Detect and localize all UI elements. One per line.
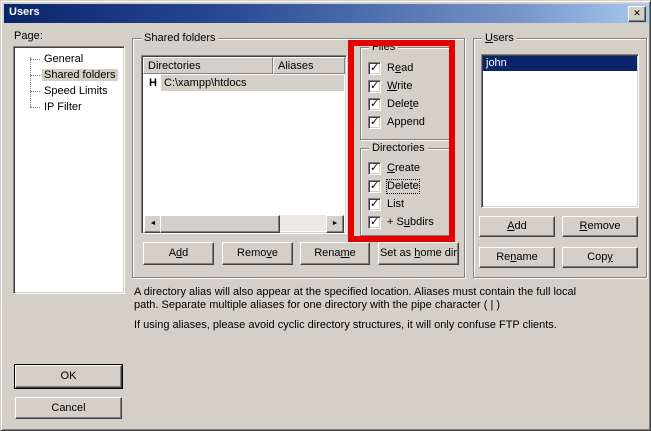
check-icon: ✓ <box>370 197 379 210</box>
files-group: Files ✓ Read ✓ Write ✓ Delete ✓ Append <box>360 47 451 140</box>
create-label: Create <box>387 162 420 175</box>
tree-item-ip-filter[interactable]: IP Filter <box>14 99 124 115</box>
shared-folders-group-label: Shared folders <box>141 32 219 45</box>
users-group-label: Users <box>482 32 517 45</box>
alias-note-2: If using aliases, please avoid cyclic di… <box>134 319 634 332</box>
tree-item-shared-folders[interactable]: Shared folders <box>14 67 124 83</box>
column-header-directories[interactable]: Directories <box>143 57 273 74</box>
list-label: List <box>387 198 404 211</box>
subdirs-label: + Subdirs <box>387 216 434 229</box>
create-checkbox[interactable]: ✓ <box>368 162 381 175</box>
check-icon: ✓ <box>370 115 379 128</box>
delete-checkbox[interactable]: ✓ <box>368 98 381 111</box>
rename-directory-button[interactable]: Rename <box>300 242 370 265</box>
checkbox-files-delete[interactable]: ✓ Delete <box>368 97 419 111</box>
checkbox-dirs-create[interactable]: ✓ Create <box>368 161 420 175</box>
append-label: Append <box>387 116 425 129</box>
tree-item-general[interactable]: General <box>14 51 124 67</box>
window-title: Users <box>9 6 40 18</box>
close-button[interactable]: ✕ <box>628 6 646 22</box>
checkbox-files-read[interactable]: ✓ Read <box>368 61 413 75</box>
tree-item-speed-limits[interactable]: Speed Limits <box>14 83 124 99</box>
user-item-john[interactable]: john <box>483 56 637 71</box>
copy-user-button[interactable]: Copy <box>562 247 638 268</box>
listview-header: Directories Aliases <box>143 57 345 74</box>
column-header-aliases[interactable]: Aliases <box>273 57 345 74</box>
directories-listview[interactable]: Directories Aliases H C:\xampp\htdocs ◄ … <box>141 55 347 234</box>
check-icon: ✓ <box>370 61 379 74</box>
page-listbox[interactable]: General Shared folders Speed Limits IP F… <box>13 46 125 294</box>
check-icon: ✓ <box>370 79 379 92</box>
directories-group-label: Directories <box>369 142 428 155</box>
list-checkbox[interactable]: ✓ <box>368 198 381 211</box>
checkbox-files-write[interactable]: ✓ Write <box>368 79 412 93</box>
ok-button[interactable]: OK <box>15 365 122 388</box>
check-icon: ✓ <box>370 215 379 228</box>
add-user-button[interactable]: Add <box>479 216 555 237</box>
rename-user-button[interactable]: Rename <box>479 247 555 268</box>
users-dialog: Users ✕ Page: General Shared folders Spe… <box>0 0 651 431</box>
home-flag: H <box>144 75 161 91</box>
scrollbar-thumb[interactable] <box>160 215 280 233</box>
alias-note-1: A directory alias will also appear at th… <box>134 286 634 312</box>
check-icon: ✓ <box>370 161 379 174</box>
checkbox-dirs-list[interactable]: ✓ List <box>368 197 404 211</box>
scroll-right-icon: ► <box>332 220 339 227</box>
scroll-right-button[interactable]: ► <box>326 215 344 233</box>
close-icon: ✕ <box>633 8 641 18</box>
cancel-button[interactable]: Cancel <box>15 397 122 419</box>
page-tree: General Shared folders Speed Limits IP F… <box>14 47 124 115</box>
dirs-delete-checkbox[interactable]: ✓ <box>368 180 381 193</box>
page-label: Page: <box>14 30 43 42</box>
append-checkbox[interactable]: ✓ <box>368 116 381 129</box>
users-listbox[interactable]: john <box>481 54 639 208</box>
remove-directory-button[interactable]: Remove <box>222 242 293 265</box>
remove-user-button[interactable]: Remove <box>562 216 638 237</box>
checkbox-files-append[interactable]: ✓ Append <box>368 115 425 129</box>
read-label: Read <box>387 62 413 75</box>
check-icon: ✓ <box>370 97 379 110</box>
write-label: Write <box>387 80 412 93</box>
alias-help-text: A directory alias will also appear at th… <box>134 286 634 332</box>
directory-row[interactable]: H C:\xampp\htdocs <box>144 75 344 91</box>
checkbox-dirs-subdirs[interactable]: ✓ + Subdirs <box>368 215 434 229</box>
scroll-left-icon: ◄ <box>150 220 157 227</box>
title-bar[interactable]: Users ✕ <box>4 4 649 23</box>
add-directory-button[interactable]: Add <box>143 242 214 265</box>
horizontal-scrollbar[interactable]: ◄ ► <box>144 215 344 231</box>
check-icon: ✓ <box>370 179 379 192</box>
files-group-label: Files <box>369 41 398 54</box>
write-checkbox[interactable]: ✓ <box>368 80 381 93</box>
delete-label: Delete <box>387 98 419 111</box>
directory-path: C:\xampp\htdocs <box>161 75 344 91</box>
read-checkbox[interactable]: ✓ <box>368 62 381 75</box>
checkbox-dirs-delete[interactable]: ✓ Delete <box>368 179 419 193</box>
subdirs-checkbox[interactable]: ✓ <box>368 216 381 229</box>
directories-group: Directories ✓ Create ✓ Delete ✓ List ✓ +… <box>360 148 451 236</box>
dirs-delete-label: Delete <box>387 180 419 193</box>
set-as-home-dir-button[interactable]: Set as home dir <box>378 242 459 265</box>
